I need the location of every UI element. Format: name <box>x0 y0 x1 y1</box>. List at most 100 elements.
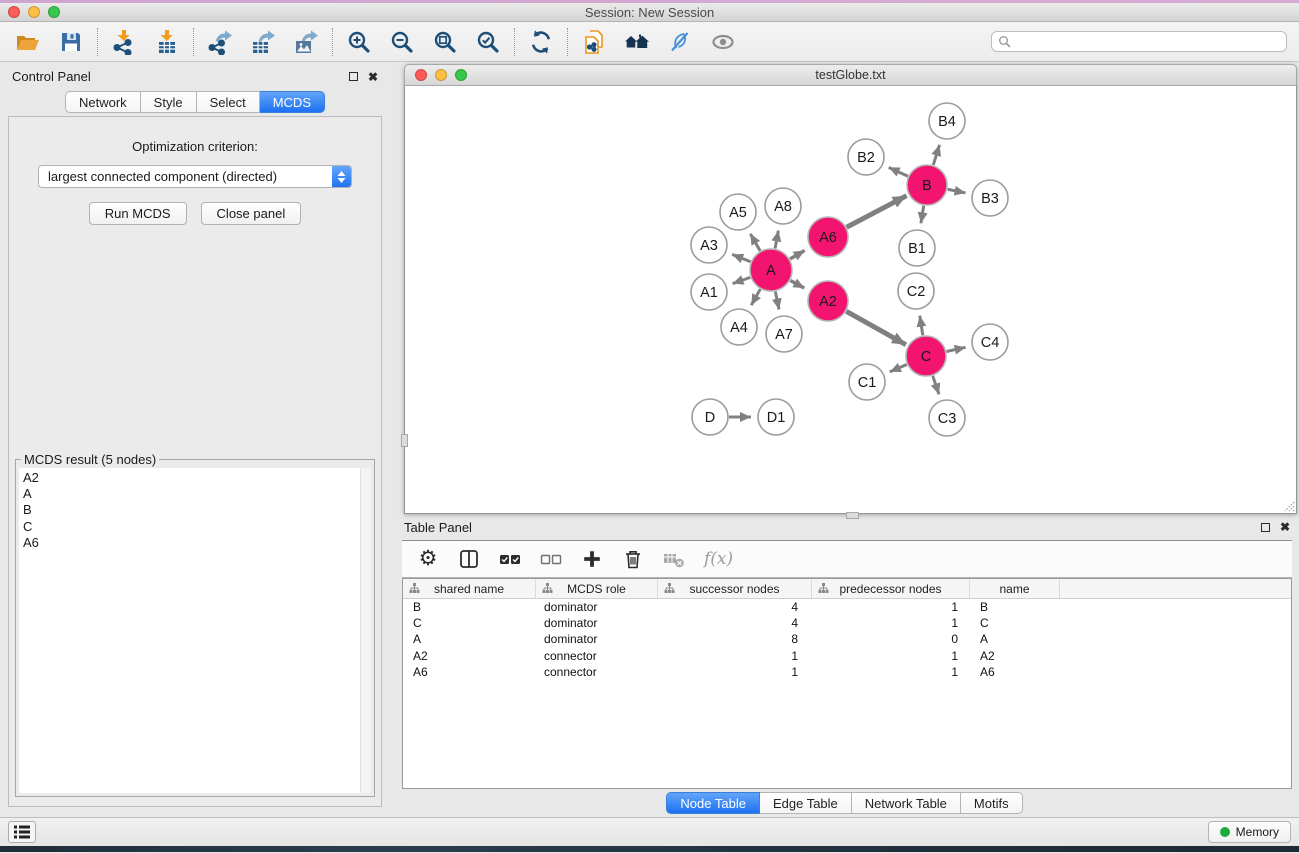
table-cell[interactable]: dominator <box>536 632 658 646</box>
edge-A-A7[interactable] <box>775 292 779 310</box>
table-cell[interactable]: B <box>403 600 536 614</box>
table-cell[interactable]: dominator <box>536 616 658 630</box>
table-settings-button[interactable]: ⚙ <box>417 547 439 571</box>
table-row[interactable]: Cdominator41C <box>403 615 1291 631</box>
tab-select[interactable]: Select <box>197 91 260 113</box>
edge-B-B4[interactable] <box>933 145 939 165</box>
node-C1[interactable]: C1 <box>849 364 885 400</box>
float-panel-icon[interactable] <box>349 72 358 81</box>
tab-style[interactable]: Style <box>141 91 197 113</box>
tab-motifs[interactable]: Motifs <box>961 792 1023 814</box>
table-cell[interactable]: 1 <box>658 665 812 679</box>
node-A2[interactable]: A2 <box>808 281 848 321</box>
edge-A-A2[interactable] <box>790 281 804 289</box>
table-cell[interactable]: A6 <box>403 665 536 679</box>
column-header-MCDS-role[interactable]: MCDS role <box>536 579 658 598</box>
tab-edge-table[interactable]: Edge Table <box>760 792 852 814</box>
mcds-list-scrollbar[interactable] <box>360 468 371 793</box>
home-layout-button[interactable] <box>623 28 651 56</box>
column-header-name[interactable]: name <box>970 579 1060 598</box>
table-cell[interactable]: 1 <box>812 616 970 630</box>
table-row[interactable]: A2connector11A2 <box>403 648 1291 664</box>
edge-C-C1[interactable] <box>890 364 907 371</box>
node-B4[interactable]: B4 <box>929 103 965 139</box>
node-A1[interactable]: A1 <box>691 274 727 310</box>
export-network-button[interactable] <box>206 28 234 56</box>
node-C4[interactable]: C4 <box>972 324 1008 360</box>
edge-A-A3[interactable] <box>732 254 750 261</box>
network-graph[interactable]: AA1A2A3A4A5A6A7A8BB1B2B3B4CC1C2C3C4DD1 <box>405 86 1296 513</box>
import-table-button[interactable] <box>153 28 181 56</box>
tab-network[interactable]: Network <box>65 91 141 113</box>
node-D1[interactable]: D1 <box>758 399 794 435</box>
close-panel-button[interactable]: Close panel <box>201 202 302 225</box>
node-A4[interactable]: A4 <box>721 309 757 345</box>
toggle-graphics-details-button[interactable] <box>709 28 737 56</box>
table-cell[interactable]: A <box>403 632 536 646</box>
edge-B-B3[interactable] <box>948 189 966 193</box>
table-cell[interactable]: C <box>970 616 1060 630</box>
mcds-result-item[interactable]: B <box>23 502 360 518</box>
node-A8[interactable]: A8 <box>765 188 801 224</box>
node-C[interactable]: C <box>906 336 946 376</box>
search-input[interactable] <box>1015 35 1280 49</box>
table-cell[interactable]: 1 <box>812 665 970 679</box>
node-A7[interactable]: A7 <box>766 316 802 352</box>
export-image-button[interactable] <box>292 28 320 56</box>
add-row-button[interactable] <box>581 547 603 571</box>
table-cell[interactable]: 4 <box>658 616 812 630</box>
run-mcds-button[interactable]: Run MCDS <box>89 202 187 225</box>
network-canvas[interactable]: AA1A2A3A4A5A6A7A8BB1B2B3B4CC1C2C3C4DD1 <box>404 86 1297 514</box>
table-row[interactable]: Bdominator41B <box>403 599 1291 615</box>
table-cell[interactable]: B <box>970 600 1060 614</box>
edge-A-A1[interactable] <box>733 277 751 283</box>
node-B[interactable]: B <box>907 165 947 205</box>
zoom-selected-button[interactable] <box>474 28 502 56</box>
deselect-all-rows-button[interactable] <box>540 547 562 571</box>
mcds-result-list[interactable]: A2ABCA6 <box>19 468 360 793</box>
memory-button[interactable]: Memory <box>1208 821 1291 843</box>
zoom-in-button[interactable] <box>345 28 373 56</box>
edge-A6-B[interactable] <box>847 196 907 228</box>
zoom-out-button[interactable] <box>388 28 416 56</box>
select-all-rows-button[interactable] <box>499 547 521 571</box>
tab-network-table[interactable]: Network Table <box>852 792 961 814</box>
table-cell[interactable]: 4 <box>658 600 812 614</box>
edge-B-B1[interactable] <box>921 206 924 224</box>
import-network-button[interactable] <box>110 28 138 56</box>
mcds-result-item[interactable]: C <box>23 519 360 535</box>
split-divider-handle[interactable] <box>401 434 408 447</box>
edge-B-B2[interactable] <box>889 167 908 176</box>
table-cell[interactable]: A6 <box>970 665 1060 679</box>
node-A[interactable]: A <box>750 249 792 291</box>
column-header-successor-nodes[interactable]: successor nodes <box>658 579 812 598</box>
table-cell[interactable]: dominator <box>536 600 658 614</box>
resize-grip-icon[interactable] <box>1281 498 1295 512</box>
refresh-network-button[interactable] <box>527 28 555 56</box>
export-table-button[interactable] <box>249 28 277 56</box>
delete-table-button[interactable] <box>663 547 685 571</box>
toggle-labels-button[interactable] <box>666 28 694 56</box>
table-row[interactable]: A6connector11A6 <box>403 664 1291 680</box>
criterion-select[interactable]: largest connected component (directed) <box>38 165 352 188</box>
node-B1[interactable]: B1 <box>899 230 935 266</box>
column-layout-button[interactable] <box>458 547 480 571</box>
node-B2[interactable]: B2 <box>848 139 884 175</box>
table-cell[interactable]: A2 <box>970 649 1060 663</box>
node-A5[interactable]: A5 <box>720 194 756 230</box>
tab-node-table[interactable]: Node Table <box>666 792 760 814</box>
table-cell[interactable]: C <box>403 616 536 630</box>
node-A6[interactable]: A6 <box>808 217 848 257</box>
edge-A-A4[interactable] <box>751 289 760 305</box>
function-builder-button[interactable]: f(x) <box>704 547 733 571</box>
node-D[interactable]: D <box>692 399 728 435</box>
edge-A-A8[interactable] <box>775 231 778 249</box>
float-table-panel-icon[interactable] <box>1261 523 1270 532</box>
node-C3[interactable]: C3 <box>929 400 965 436</box>
save-session-button[interactable] <box>57 28 85 56</box>
delete-rows-button[interactable] <box>622 547 644 571</box>
search-box[interactable] <box>991 31 1287 52</box>
node-A3[interactable]: A3 <box>691 227 727 263</box>
close-panel-icon[interactable]: ✖ <box>368 72 378 82</box>
edge-C-C2[interactable] <box>920 316 923 336</box>
